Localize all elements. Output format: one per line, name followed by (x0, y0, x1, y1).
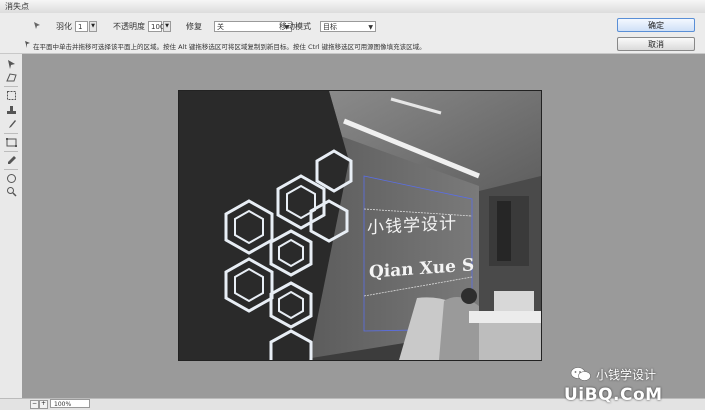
office-wall-image (179, 91, 541, 360)
title-bar: 消失点 (0, 0, 705, 14)
hand-tool-icon[interactable] (6, 173, 17, 184)
eyedropper-tool-icon[interactable] (6, 155, 17, 166)
options-tool-icon (33, 21, 41, 30)
opacity-dropdown-icon[interactable]: ▼ (163, 20, 171, 32)
hint-text: 在平面中单击并拖移可选择该平面上的区域。按住 Alt 键拖移选区可将区域复制到新… (33, 43, 426, 51)
hint-tool-icon (24, 40, 32, 49)
tool-separator (4, 133, 18, 134)
tool-separator (4, 169, 18, 170)
move-mode-control: 移动模式 目标 ▼ (279, 19, 376, 33)
move-mode-chevron-down-icon: ▼ (368, 23, 373, 31)
marquee-tool-icon[interactable] (6, 90, 17, 101)
opacity-control: 不透明度 100 ▼ (113, 19, 171, 33)
options-bar: 羽化 1 ▼ 不透明度 100 ▼ 修复 关 ▼ 移动模式 目标 ▼ 在平面中单… (0, 13, 705, 54)
stamp-tool-icon[interactable] (6, 105, 17, 116)
transform-tool-icon[interactable] (6, 137, 17, 148)
preview-image[interactable]: 小钱学设计 Qian Xue S (178, 90, 542, 361)
zoom-level-field[interactable]: 100% (50, 399, 90, 408)
watermark-line1: 小钱学设计 (596, 368, 657, 382)
move-mode-select-value: 目标 (323, 22, 337, 31)
move-mode-select[interactable]: 目标 ▼ (320, 20, 376, 32)
zoom-out-button[interactable]: − (30, 400, 39, 409)
create-plane-tool-icon[interactable] (6, 72, 17, 83)
tool-bar (0, 54, 23, 398)
cancel-button[interactable]: 取消 (617, 37, 695, 51)
opacity-input[interactable]: 100 (148, 20, 164, 32)
watermark-line2: UiBQ.CoM (564, 385, 663, 405)
feather-control: 羽化 1 ▼ (56, 19, 97, 33)
heal-select-value: 关 (217, 22, 224, 31)
tool-separator (4, 86, 18, 87)
heal-label: 修复 (186, 21, 202, 31)
ok-button[interactable]: 确定 (617, 18, 695, 32)
window-title: 消失点 (5, 2, 29, 11)
opacity-label: 不透明度 (113, 21, 145, 31)
feather-label: 羽化 (56, 21, 72, 31)
zoom-tool-icon[interactable] (6, 186, 17, 197)
zoom-in-button[interactable]: + (39, 400, 48, 409)
watermark: 小钱学设计 UiBQ.CoM (556, 363, 701, 407)
edit-plane-tool-icon[interactable] (6, 59, 17, 70)
feather-input[interactable]: 1 (75, 20, 88, 32)
wechat-logo-icon (570, 367, 591, 381)
feather-dropdown-icon[interactable]: ▼ (89, 20, 97, 32)
sign-text-line1: 小钱学设计 (367, 213, 457, 239)
brush-tool-icon[interactable] (6, 119, 17, 130)
heal-control: 修复 关 ▼ (186, 19, 292, 33)
move-mode-label: 移动模式 (279, 21, 311, 31)
tool-separator (4, 151, 18, 152)
